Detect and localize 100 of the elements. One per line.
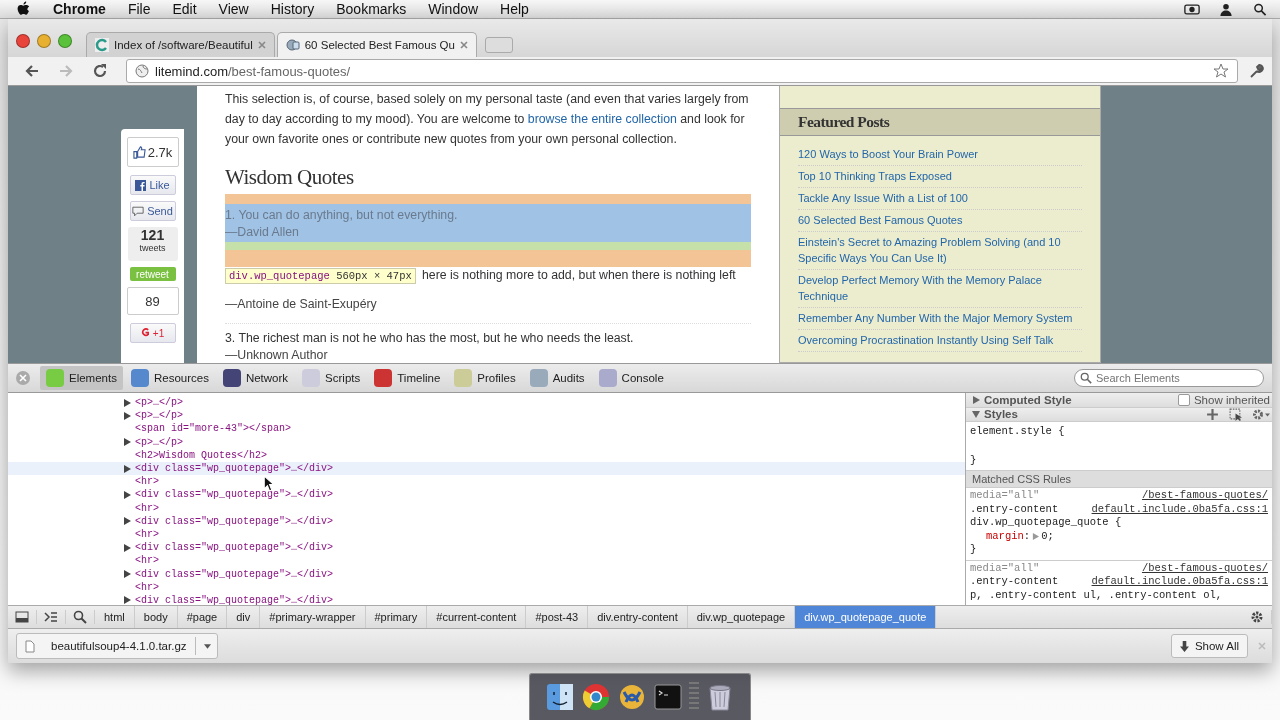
devtools-tab[interactable]: Timeline [368,366,447,390]
dom-node[interactable]: <hr> [8,527,965,542]
show-all-button[interactable]: Show All [1170,634,1248,658]
dom-node[interactable]: <div class="wp_quotepage">…</div> [8,461,965,476]
dom-node[interactable]: <p>…</p> [8,396,965,410]
search-field[interactable]: Search Elements [1074,369,1264,387]
sidebar-heading: Featured Posts [780,108,1100,136]
disclosure-icon[interactable] [972,410,980,419]
disclosure-icon[interactable] [123,596,131,605]
disclosure-icon[interactable] [123,464,131,473]
dom-node[interactable]: <hr> [8,501,965,515]
dom-node[interactable]: <p>…</p> [8,409,965,423]
menu-item[interactable]: Chrome [53,1,106,17]
menu-item[interactable]: File [127,1,151,17]
featured-post-link[interactable]: Develop Perfect Memory With the Memory Palace Technique [798,270,1082,308]
like-button[interactable]: Like [129,175,176,195]
quote-author: —Antoine de Saint-Exupéry [225,296,378,313]
close-light[interactable] [16,34,30,48]
devtools-tab[interactable]: Scripts [296,366,367,390]
apple-icon[interactable] [16,1,31,17]
menu-item[interactable]: Edit [172,1,197,17]
address-bar[interactable]: litemind.com/best-famous-quotes/ [126,59,1238,83]
dom-node[interactable]: <p>…</p> [8,435,965,449]
devtools-tab[interactable]: Profiles [448,366,522,390]
tab-title: 60 Selected Best Famous Qu [304,39,455,51]
source-link[interactable]: /best-famous-quotes/ [1141,489,1268,503]
reload-icon[interactable] [92,63,108,79]
devtools-tab[interactable]: Resources [124,366,215,390]
camera-icon[interactable] [1184,2,1200,16]
featured-post-link[interactable]: Remember Any Number With the Major Memory System [798,308,1082,330]
zoom-light[interactable] [58,34,72,48]
browser-tab[interactable]: Index of /software/Beautiful [86,32,275,57]
menu-item[interactable]: History [270,1,315,17]
speech-bubble-icon [132,205,145,217]
quote-author: —David Allen [225,224,300,241]
checkbox[interactable] [1177,393,1190,406]
browser-tab[interactable]: 60 Selected Best Famous Qu [276,32,477,57]
featured-post-link[interactable]: Top 10 Thinking Traps Exposed [798,166,1082,188]
file-link[interactable]: default.include.0ba5fa.css:1 [1091,502,1268,516]
element-tooltip: div.wp_quotepage 560px × 47px [225,268,416,284]
dom-node[interactable]: <span id="more-43"></span> [8,422,965,436]
send-button[interactable]: Send [129,201,176,221]
menu-item[interactable]: Window [428,1,479,17]
menu-item[interactable]: Bookmarks [336,1,407,17]
element-state-icon[interactable] [1229,407,1242,421]
person-icon[interactable] [1218,2,1234,16]
css-declaration[interactable]: margin: 0; [970,529,1268,543]
download-arrow-icon [1179,640,1189,652]
disclosure-icon[interactable] [123,543,131,552]
wrench-icon[interactable] [1248,63,1264,79]
caret-icon[interactable] [203,643,211,649]
featured-post-link[interactable]: 120 Ways to Boost Your Brain Power [798,144,1082,166]
quote-text: 1. You can do anything, but not everything. [225,207,459,224]
plus-one-button[interactable]: +1 [129,323,176,343]
breadcrumb[interactable]: div.wp_quotepage_quote [795,606,937,628]
download-item[interactable]: beautifulsoup4-4.1.0.tar.gz [16,633,218,659]
back-arrow-icon[interactable] [24,63,40,79]
dom-node[interactable]: <hr> [8,554,965,568]
pane-title[interactable]: Computed Style [984,393,1072,406]
featured-post-link[interactable]: 60 Selected Best Famous Quotes [798,210,1082,232]
disclosure-icon[interactable] [972,395,980,404]
menu-item[interactable]: View [218,1,249,17]
dom-node[interactable]: <div class="wp_quotepage">…</div> [8,514,965,528]
plus-icon[interactable] [1206,407,1219,421]
search-icon[interactable] [1252,2,1268,16]
collection-link[interactable]: browse the entire collection [527,112,677,126]
featured-post-link[interactable]: Overcoming Procrastination Instantly Using Self Talk [798,330,1082,352]
app-icon[interactable] [617,682,647,712]
dom-node[interactable]: <div class="wp_quotepage">…</div> [8,488,965,502]
disclosure-icon[interactable] [123,438,131,447]
dom-node[interactable]: <hr> [8,475,965,489]
disclosure-icon[interactable] [123,490,131,499]
disclosure-icon[interactable] [123,570,131,579]
dom-node[interactable]: <div class="wp_quotepage">…</div> [8,541,965,555]
star-icon[interactable] [1213,63,1229,79]
favicon-icon [95,38,109,52]
pane-title[interactable]: Styles [984,408,1018,421]
terminal-icon[interactable] [653,682,683,712]
featured-post-link[interactable]: Tackle Any Issue With a List of 100 [798,188,1082,210]
menu-item[interactable]: Help [500,1,529,17]
browser-icon[interactable] [581,682,611,712]
close-icon[interactable] [459,41,468,49]
dom-node[interactable]: <div class="wp_quotepage">…</div> [8,567,965,581]
devtools-tab[interactable]: Network [216,366,295,390]
dom-node[interactable]: <hr> [8,580,965,594]
quote-author: —Unknown Author [225,347,329,363]
dom-node[interactable]: <h2>Wisdom Quotes</h2> [8,448,965,462]
tab-title: Index of /software/Beautiful [114,39,253,51]
finder-icon[interactable] [545,682,575,712]
file-link[interactable]: default.include.0ba5fa.css:1 [1091,575,1268,589]
disclosure-icon[interactable] [123,517,131,526]
featured-post-link[interactable]: Einstein's Secret to Amazing Problem Solving (and 10 Specific Ways You Can Use It) [798,232,1082,270]
minimize-light[interactable] [37,34,51,48]
intro-paragraph: This selection is, of course, based solely on my personal taste (and even that varies largely from day to day according to my mood). You are welcome to browse the entire collection and look for your own favorite ones or contribute new quotes from your own personal collection. [225,91,750,148]
devtools-tab[interactable]: Console [592,366,670,390]
source-link[interactable]: /best-famous-quotes/ [1141,561,1268,575]
devtools-tab[interactable]: Elements [40,366,123,390]
dom-node[interactable]: <div class="wp_quotepage">…</div> [8,593,965,605]
gear-icon[interactable] [1252,407,1270,421]
devtools-tab[interactable]: Audits [523,366,591,390]
